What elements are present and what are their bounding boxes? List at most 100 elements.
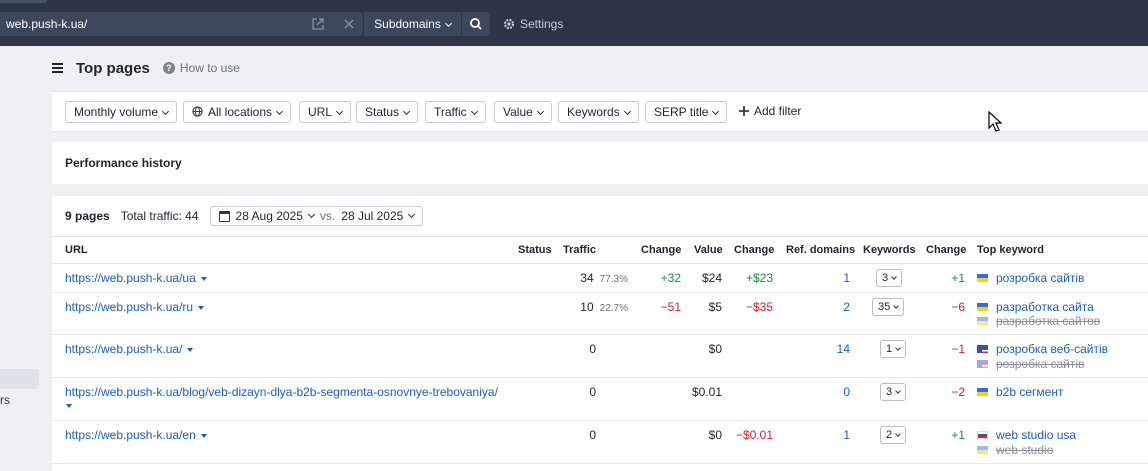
top-keyword[interactable]: розробка сайтів — [977, 271, 1084, 285]
kw-change: −2 — [951, 385, 965, 399]
filter-monthly-volume[interactable]: Monthly volume — [65, 101, 178, 123]
performance-history-panel[interactable]: Performance history — [52, 142, 1148, 184]
table-row: https://web.push-k.ua/blog/veb-dizayn-dl… — [52, 378, 1148, 421]
url-link[interactable]: https://web.push-k.ua/blog/veb-dizayn-dl… — [65, 385, 498, 399]
ukraine-flag-icon — [977, 387, 988, 396]
value-cell: $0.01 — [691, 385, 722, 399]
chevron-down-icon — [307, 210, 315, 218]
url-text: https://web.push-k.ua/ua — [65, 271, 196, 285]
traffic-cell: 0 — [589, 428, 596, 442]
keywords-dropdown[interactable]: 35 — [872, 298, 905, 316]
how-to-use-link[interactable]: ? How to use — [162, 61, 240, 75]
dropdown-triangle-icon[interactable] — [198, 305, 205, 310]
col-status[interactable]: Status — [518, 244, 552, 256]
mode-dropdown[interactable]: Subdomains — [363, 12, 461, 36]
col-traffic[interactable]: Traffic — [563, 244, 596, 256]
add-filter-label: Add filter — [754, 104, 802, 118]
ref-domains-link[interactable]: 1 — [843, 428, 850, 442]
filter-status[interactable]: Status — [356, 101, 419, 123]
chevron-down-icon — [275, 107, 284, 116]
ref-domains-link[interactable]: 2 — [843, 300, 850, 314]
how-to-use-label: How to use — [179, 61, 240, 75]
total-traffic: Total traffic: 44 — [120, 209, 199, 223]
col-ref-domains[interactable]: Ref. domains — [786, 244, 855, 256]
top-keyword-text: разработка сайта — [996, 300, 1094, 314]
url-link[interactable]: https://web.push-k.ua/ru — [65, 300, 205, 314]
external-link-icon[interactable] — [311, 17, 325, 31]
col-url[interactable]: URL — [65, 244, 88, 256]
dropdown-triangle-icon[interactable] — [200, 276, 207, 281]
keywords-count: 1 — [886, 343, 893, 355]
pages-count: 9 pages — [65, 209, 110, 223]
url-link[interactable]: https://web.push-k.ua/en — [65, 428, 207, 442]
dropdown-triangle-icon[interactable] — [187, 347, 194, 352]
chevron-down-icon — [895, 345, 901, 351]
page-header: Top pages ? How to use — [52, 58, 240, 78]
search-button[interactable] — [462, 12, 490, 36]
value-change: −$35 — [745, 300, 773, 314]
col-keywords[interactable]: Keywords — [863, 244, 916, 256]
sidebar-selected-item[interactable] — [0, 369, 39, 389]
add-filter-button[interactable]: Add filter — [739, 101, 801, 123]
top-keyword[interactable]: b2b сегмент — [977, 385, 1063, 399]
filter-label: Status — [365, 105, 400, 119]
settings-button[interactable]: Settings — [503, 12, 563, 36]
keywords-dropdown[interactable]: 3 — [876, 269, 903, 287]
traffic-value: 0 — [589, 385, 596, 399]
table-row: https://web.push-k.ua/ru 10 22.7% −51 $5 … — [52, 293, 1148, 335]
col-kw-change[interactable]: Change — [926, 244, 966, 256]
traffic-value: 0 — [589, 428, 596, 442]
traffic-change: +32 — [660, 271, 681, 285]
filter-locations[interactable]: All locations — [183, 101, 292, 123]
url-input[interactable]: web.push-k.ua/ — [0, 12, 363, 36]
chevron-down-icon — [335, 107, 344, 116]
top-keyword-text: b2b сегмент — [996, 385, 1064, 399]
date-current: 28 Aug 2025 — [235, 209, 303, 223]
top-keyword[interactable]: разработка сайта — [977, 300, 1094, 314]
gear-icon — [503, 18, 515, 30]
ref-domains-link[interactable]: 1 — [843, 271, 850, 285]
keywords-dropdown[interactable]: 1 — [880, 340, 907, 358]
traffic-value: 34 — [580, 271, 594, 285]
col-traffic-change[interactable]: Change — [641, 244, 681, 256]
ref-domains-link[interactable]: 0 — [843, 385, 850, 399]
traffic-value: 0 — [589, 342, 596, 356]
top-keyword[interactable]: web studio usa — [977, 428, 1076, 442]
url-text: https://web.push-k.ua/ru — [65, 300, 194, 314]
filter-traffic[interactable]: Traffic — [425, 101, 486, 123]
keywords-dropdown[interactable]: 2 — [880, 426, 907, 444]
value-change: −$0.01 — [735, 428, 773, 442]
kw-change: −6 — [951, 300, 965, 314]
filter-label: Traffic — [434, 105, 467, 119]
plus-icon — [739, 106, 749, 116]
filter-label: All locations — [208, 105, 273, 119]
chevron-down-icon — [623, 107, 631, 116]
col-value[interactable]: Value — [694, 244, 723, 256]
previous-keyword-text: web studio — [996, 443, 1054, 457]
ref-domains-link[interactable]: 14 — [837, 342, 850, 356]
keywords-dropdown[interactable]: 3 — [880, 383, 907, 401]
url-link[interactable]: https://web.push-k.ua/ua — [65, 271, 207, 285]
close-icon[interactable] — [342, 17, 356, 31]
col-value-change[interactable]: Change — [734, 244, 774, 256]
top-keyword[interactable]: розробка веб-сайтів — [977, 342, 1108, 356]
filter-url[interactable]: URL — [299, 101, 352, 123]
chevron-down-icon — [536, 107, 544, 116]
mouse-cursor-icon — [988, 111, 1002, 132]
dropdown-triangle-icon[interactable] — [66, 404, 72, 408]
help-icon: ? — [162, 62, 175, 74]
traffic-pct: 77.3% — [599, 274, 628, 285]
menu-icon[interactable] — [52, 61, 63, 75]
filter-serp-title[interactable]: SERP title — [645, 101, 728, 123]
filter-keywords[interactable]: Keywords — [558, 101, 639, 123]
value-cell: $24 — [701, 271, 722, 285]
globe-icon — [192, 106, 203, 117]
date-range-picker[interactable]: 28 Aug 2025 vs. 28 Jul 2025 — [209, 206, 424, 226]
top-pages-table-card: 9 pages Total traffic: 44 28 Aug 2025 vs… — [52, 196, 1148, 471]
filter-value[interactable]: Value — [494, 101, 552, 123]
url-link[interactable]: https://web.push-k.ua/ — [65, 342, 194, 356]
filter-label: Keywords — [567, 105, 620, 119]
dropdown-triangle-icon[interactable] — [200, 433, 207, 438]
sidebar-item-label[interactable]: rs — [0, 393, 10, 407]
col-top-keyword[interactable]: Top keyword — [977, 244, 1044, 256]
